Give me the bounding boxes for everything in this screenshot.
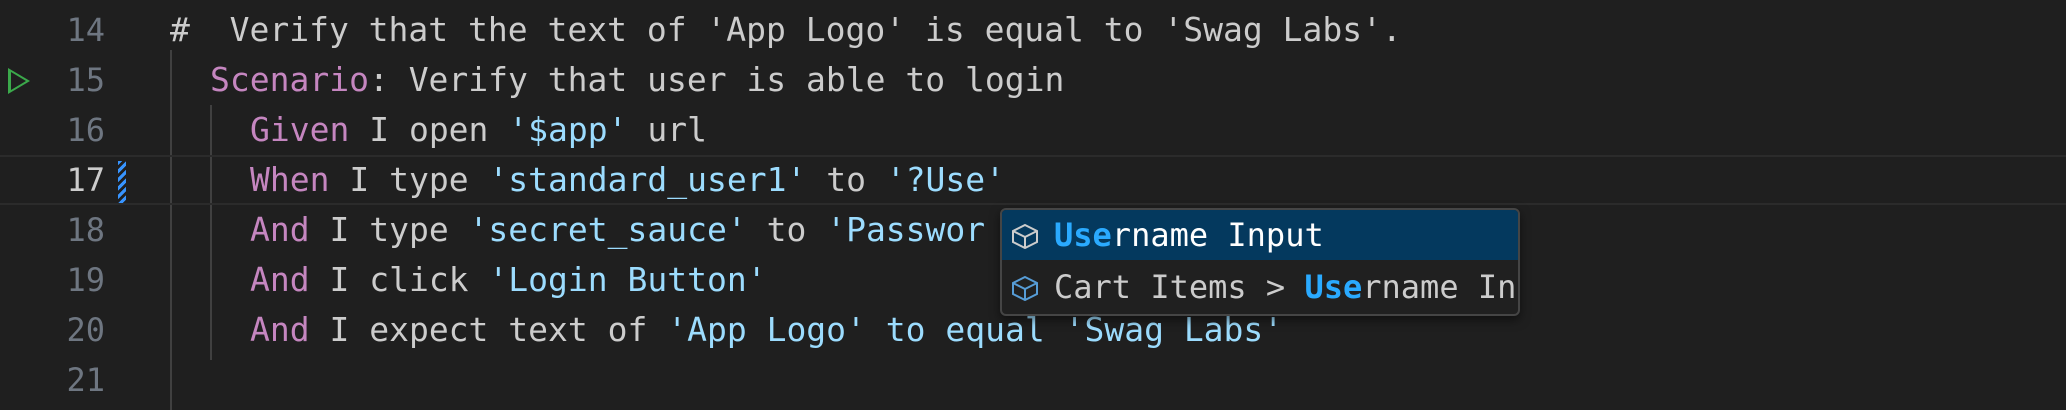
keyword-token: Scenario xyxy=(210,60,369,99)
code-editor[interactable]: 14 # Verify that the text of 'App Logo' i… xyxy=(0,0,2066,410)
keyword-token: And xyxy=(250,260,310,299)
code-text: And I type 'secret_sauce' to 'Passwor xyxy=(250,205,985,255)
modified-line-marker xyxy=(118,161,126,203)
line-number: 19 xyxy=(66,261,105,299)
code-line[interactable]: 16 Given I open '$app' url xyxy=(0,105,2066,155)
string-token: 'App Logo' xyxy=(667,310,866,349)
cube-icon xyxy=(1012,223,1038,249)
text-token: to xyxy=(746,210,827,249)
suggestion-label: Username Input xyxy=(1054,216,1324,254)
code-line[interactable]: 21 xyxy=(0,355,2066,405)
string-token: 'secret_sauce' xyxy=(468,210,747,249)
code-line[interactable]: 15 Scenario: Verify that user is able to … xyxy=(0,55,2066,105)
code-text: Given I open '$app' url xyxy=(250,105,707,155)
text-token: I type xyxy=(309,210,469,249)
suggestion-item-cart-items-username-input[interactable]: Cart Items > Username Input xyxy=(1002,262,1518,312)
text-token: : Verify that user is able to login xyxy=(368,60,1065,99)
keyword-token: And xyxy=(250,310,310,349)
keyword-token: Given xyxy=(250,110,350,149)
code-text: When I type 'standard_user1' to '?Use' xyxy=(250,157,1005,203)
code-line[interactable]: 14 # Verify that the text of 'App Logo' i… xyxy=(0,5,2066,55)
keyword-token: And xyxy=(250,210,310,249)
text-token: I type xyxy=(329,160,489,199)
suggestion-label: Cart Items > Username Input xyxy=(1054,268,1518,306)
code-line[interactable]: 17 When I type 'standard_user1' to '?Use' xyxy=(0,155,2066,205)
line-number: 18 xyxy=(66,211,105,249)
string-token: '?Use' xyxy=(885,160,1006,199)
line-number: 15 xyxy=(66,61,105,99)
string-token: 'Login Button' xyxy=(488,260,767,299)
line-number: 20 xyxy=(66,311,105,349)
string-token: '$app' xyxy=(508,110,628,149)
line-number: 16 xyxy=(66,111,105,149)
cube-icon xyxy=(1012,275,1038,301)
text-token: I open xyxy=(349,110,509,149)
code-text: # Verify that the text of 'App Logo' is … xyxy=(170,5,1402,55)
string-token: 'standard_user1' xyxy=(488,160,807,199)
suggestion-item-username-input[interactable]: Username Input xyxy=(1002,210,1518,260)
line-number: 21 xyxy=(66,361,105,399)
text-token: url xyxy=(627,110,707,149)
line-number: 14 xyxy=(66,11,105,49)
text-token: # Verify that the text of 'App Logo' is … xyxy=(170,10,1402,49)
text-token: I click xyxy=(309,260,489,299)
text-token: I expect text of xyxy=(309,310,668,349)
code-text: And I click 'Login Button' xyxy=(250,255,767,305)
code-text: Scenario: Verify that user is able to lo… xyxy=(210,55,1064,105)
line-number: 17 xyxy=(66,161,105,199)
keyword-token: When xyxy=(250,160,330,199)
text-token: to xyxy=(806,160,886,199)
string-token: 'Passwor xyxy=(826,210,986,249)
autocomplete-widget[interactable]: Username Input Cart Items > Username Inp… xyxy=(1000,208,1520,316)
